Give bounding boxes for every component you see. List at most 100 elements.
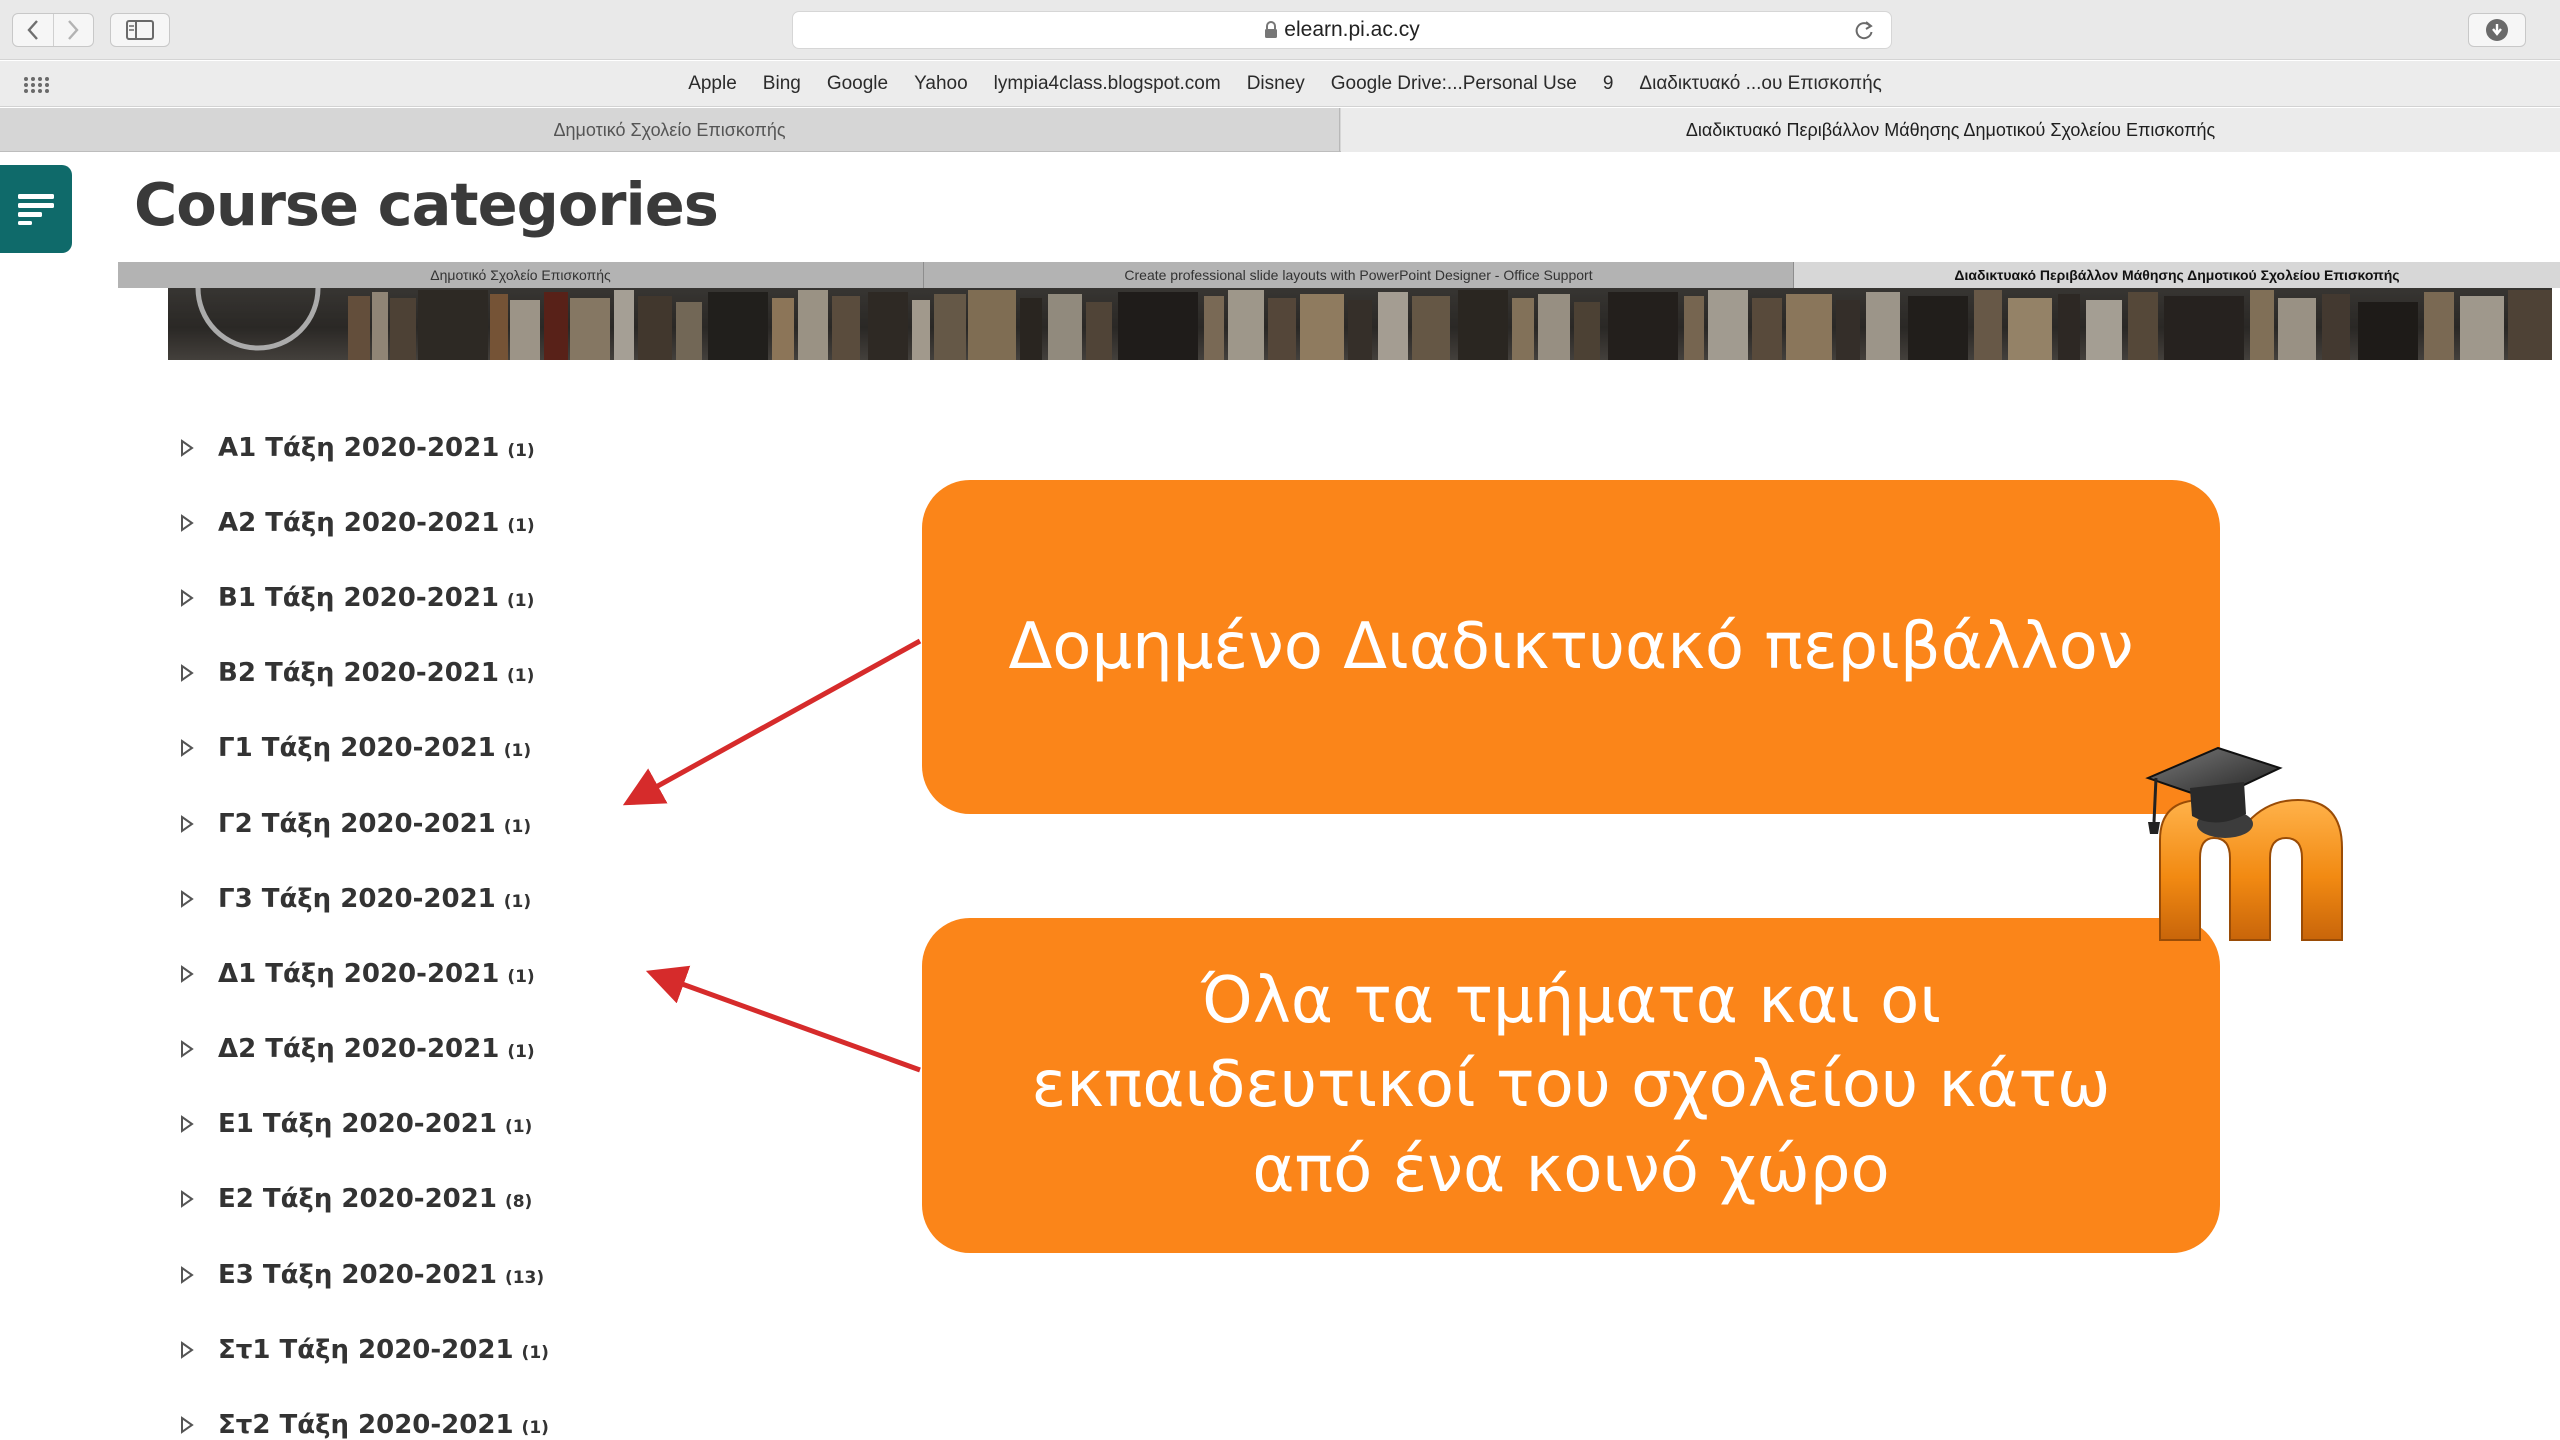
inner-tab: Create professional slide layouts with P… [924,262,1794,288]
favorite-link[interactable]: Διαδικτυακό ...ου Επισκοπής [1639,73,1881,95]
favorites-list: Apple Bing Google Yahoo lympia4class.blo… [0,61,2560,107]
category-expand-button[interactable] [180,512,206,534]
sidebar-toggle-button[interactable] [110,13,170,47]
favorite-link[interactable]: Google [827,73,888,95]
downloads-button[interactable] [2468,13,2526,47]
favorite-link[interactable]: lympia4class.blogspot.com [994,73,1221,95]
category-course-count: (1) [503,816,532,837]
expand-triangle-icon [181,964,194,983]
url-text: elearn.pi.ac.cy [1284,18,1420,41]
reload-icon[interactable] [1853,19,1875,41]
category-course-count: (1) [507,515,535,536]
category-expand-button[interactable] [180,1188,206,1210]
back-button[interactable] [13,14,53,46]
category-expand-button[interactable] [180,888,206,910]
category-link[interactable]: Γ1 Τάξη 2020-2021 [218,733,496,763]
browser-tab[interactable]: Δημοτικό Σχολείο Επισκοπής [0,108,1340,152]
category-expand-button[interactable] [180,737,206,759]
favorite-link[interactable]: Disney [1247,73,1305,95]
callout-shared-space: Όλα τα τμήματα και οι εκπαιδευτικοί του … [922,918,2220,1253]
category-item: Γ2 Τάξη 2020-2021 (1) [180,786,800,861]
moodle-logo [2145,746,2343,941]
category-item: Β2 Τάξη 2020-2021 (1) [180,636,800,711]
category-link[interactable]: Γ2 Τάξη 2020-2021 [218,809,496,839]
category-course-count: (1) [521,1418,549,1439]
favorite-link[interactable]: 9 [1603,73,1614,95]
expand-triangle-icon [181,739,194,758]
category-item: Ε2 Τάξη 2020-2021 (8) [180,1162,800,1237]
category-item: Β1 Τάξη 2020-2021 (1) [180,560,800,635]
category-link[interactable]: Γ3 Τάξη 2020-2021 [218,884,496,914]
address-bar[interactable]: elearn.pi.ac.cy [792,11,1892,49]
category-link[interactable]: Α2 Τάξη 2020-2021 [218,508,499,538]
expand-triangle-icon [181,889,194,908]
favorite-link[interactable]: Yahoo [914,73,968,95]
category-expand-button[interactable] [180,1264,206,1286]
expand-triangle-icon [181,589,194,607]
header-banner-image [168,288,2552,360]
category-course-count: (8) [504,1192,533,1213]
category-item: Στ2 Τάξη 2020-2021 (1) [180,1387,800,1440]
nav-buttons [12,13,94,47]
category-expand-button[interactable] [180,813,206,835]
category-course-count: (1) [521,1342,549,1363]
category-link[interactable]: Δ2 Τάξη 2020-2021 [218,1034,499,1064]
category-expand-button[interactable] [180,662,206,684]
expand-triangle-icon [181,664,194,683]
browser-tab-active[interactable]: Διαδικτυακό Περιβάλλον Μάθησης Δημοτικού… [1341,108,2560,152]
category-course-count: (1) [507,966,535,987]
category-item: Α1 Τάξη 2020-2021 (1) [180,410,800,485]
expand-triangle-icon [181,1416,194,1434]
category-expand-button[interactable] [180,587,206,609]
inner-tab: Δημοτικό Σχολείο Επισκοπής [118,262,924,288]
category-expand-button[interactable] [180,1339,206,1361]
category-item: Γ3 Τάξη 2020-2021 (1) [180,861,800,936]
category-link[interactable]: Α1 Τάξη 2020-2021 [218,433,499,463]
category-link[interactable]: Δ1 Τάξη 2020-2021 [218,959,499,989]
category-course-count: (1) [507,666,535,687]
favorite-link[interactable]: Bing [763,73,801,95]
bookshelf-image [168,288,2552,360]
category-course-count: (1) [507,440,535,461]
category-item: Γ1 Τάξη 2020-2021 (1) [180,711,800,786]
category-expand-button[interactable] [180,963,206,985]
category-expand-button[interactable] [180,1038,206,1060]
category-link[interactable]: Στ1 Τάξη 2020-2021 [218,1335,514,1365]
category-link[interactable]: Ε3 Τάξη 2020-2021 [218,1260,497,1290]
expand-triangle-icon [181,1040,194,1059]
category-expand-button[interactable] [180,1113,206,1135]
browser-tab-bar: Δημοτικό Σχολείο Επισκοπής Διαδικτυακό Π… [0,108,2560,152]
favorite-link[interactable]: Google Drive:...Personal Use [1331,73,1577,95]
category-item: Ε3 Τάξη 2020-2021 (13) [180,1237,800,1312]
sidebar-icon [126,20,154,40]
callout-structured-environment: Δομημένο Διαδικτυακό περιβάλλον [922,480,2220,814]
category-item: Ε1 Τάξη 2020-2021 (1) [180,1087,800,1162]
chevron-right-icon [68,20,80,40]
category-link[interactable]: Ε2 Τάξη 2020-2021 [218,1184,497,1214]
chevron-left-icon [27,20,38,40]
category-course-count: (1) [503,741,532,762]
category-link[interactable]: Β1 Τάξη 2020-2021 [218,583,499,613]
browser-toolbar: elearn.pi.ac.cy [0,0,2560,60]
download-icon [2486,19,2508,41]
slide-canvas: elearn.pi.ac.cy Apple Bing Google Yahoo … [0,0,2560,1440]
category-item: Α2 Τάξη 2020-2021 (1) [180,485,800,560]
category-expand-button[interactable] [180,1414,206,1436]
category-link[interactable]: Ε1 Τάξη 2020-2021 [218,1109,497,1139]
expand-triangle-icon [181,1115,194,1134]
forward-button[interactable] [52,14,93,46]
category-course-count: (1) [507,590,535,611]
category-item: Δ1 Τάξη 2020-2021 (1) [180,936,800,1011]
favorite-link[interactable]: Apple [688,73,737,95]
page-title: Course categories [134,170,719,239]
category-link[interactable]: Στ2 Τάξη 2020-2021 [218,1410,514,1440]
category-expand-button[interactable] [180,437,206,459]
category-link[interactable]: Β2 Τάξη 2020-2021 [218,658,499,688]
expand-triangle-icon [181,513,194,532]
inner-tab-active: Διαδικτυακό Περιβάλλον Μάθησης Δημοτικού… [1794,262,2560,288]
category-list: Α1 Τάξη 2020-2021 (1) Α2 Τάξη 2020-2021 … [180,410,800,1440]
expand-triangle-icon [181,1340,194,1359]
drawer-menu-icon [18,194,54,225]
category-course-count: (1) [504,1117,533,1138]
drawer-toggle-button[interactable] [0,165,72,253]
